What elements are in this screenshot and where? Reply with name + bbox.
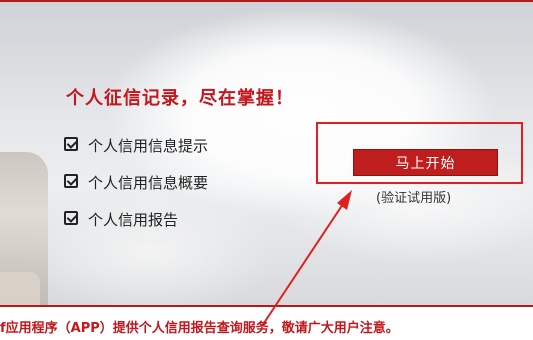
annotation-arrow-icon — [261, 190, 352, 327]
service-notice: f应用程序（APP）提供个人信用报告查询服务，敬请广大用户注意。 — [0, 321, 399, 336]
